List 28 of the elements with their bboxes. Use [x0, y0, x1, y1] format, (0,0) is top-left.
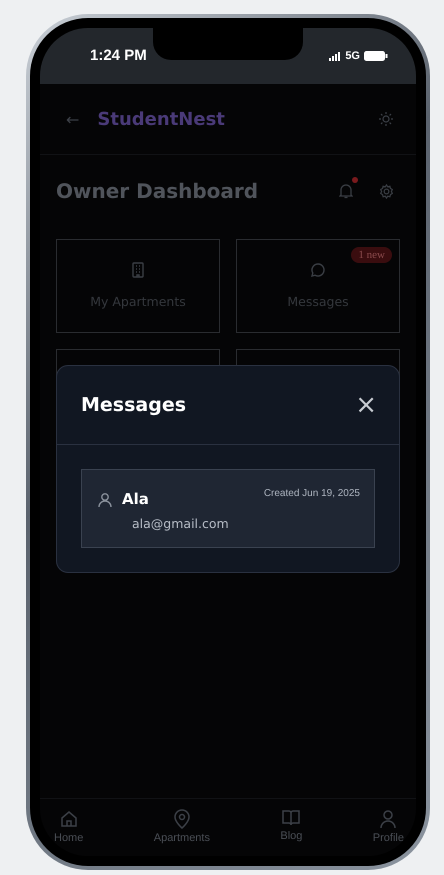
brand-name: StudentNest: [97, 108, 226, 130]
new-badge: 1 new: [351, 247, 392, 263]
home-icon: [58, 809, 79, 829]
sun-icon[interactable]: [378, 111, 394, 127]
settings-icon[interactable]: [379, 184, 394, 198]
clock-time: 1:24 PM: [90, 46, 147, 64]
network-label: 5G: [345, 50, 360, 62]
book-icon: [281, 809, 302, 827]
location-pin-icon: [172, 809, 191, 829]
message-item[interactable]: Ala Created Jun 19, 2025 ala@gmail.com: [81, 469, 375, 548]
sender-name: Ala: [122, 490, 149, 508]
battery-icon: [364, 51, 388, 61]
back-button[interactable]: ←: [66, 110, 80, 128]
bell-icon[interactable]: [339, 183, 353, 199]
nav-item[interactable]: Profile: [372, 809, 404, 848]
close-button[interactable]: ×: [355, 392, 377, 418]
chat-bubble-icon: [310, 262, 326, 278]
created-date: Created Jun 19, 2025: [264, 488, 360, 499]
user-icon: [98, 492, 112, 508]
signal-icon: [329, 52, 342, 60]
nav-item[interactable]: Home: [54, 809, 84, 848]
building-icon: [131, 262, 145, 278]
nav-item[interactable]: Apartments: [154, 809, 210, 848]
page-title: Owner Dashboard: [56, 179, 260, 203]
sender-email: ala@gmail.com: [132, 516, 230, 531]
modal-title: Messages: [81, 394, 186, 416]
user-icon: [380, 809, 396, 829]
nav-item[interactable]: Blog: [280, 809, 302, 848]
